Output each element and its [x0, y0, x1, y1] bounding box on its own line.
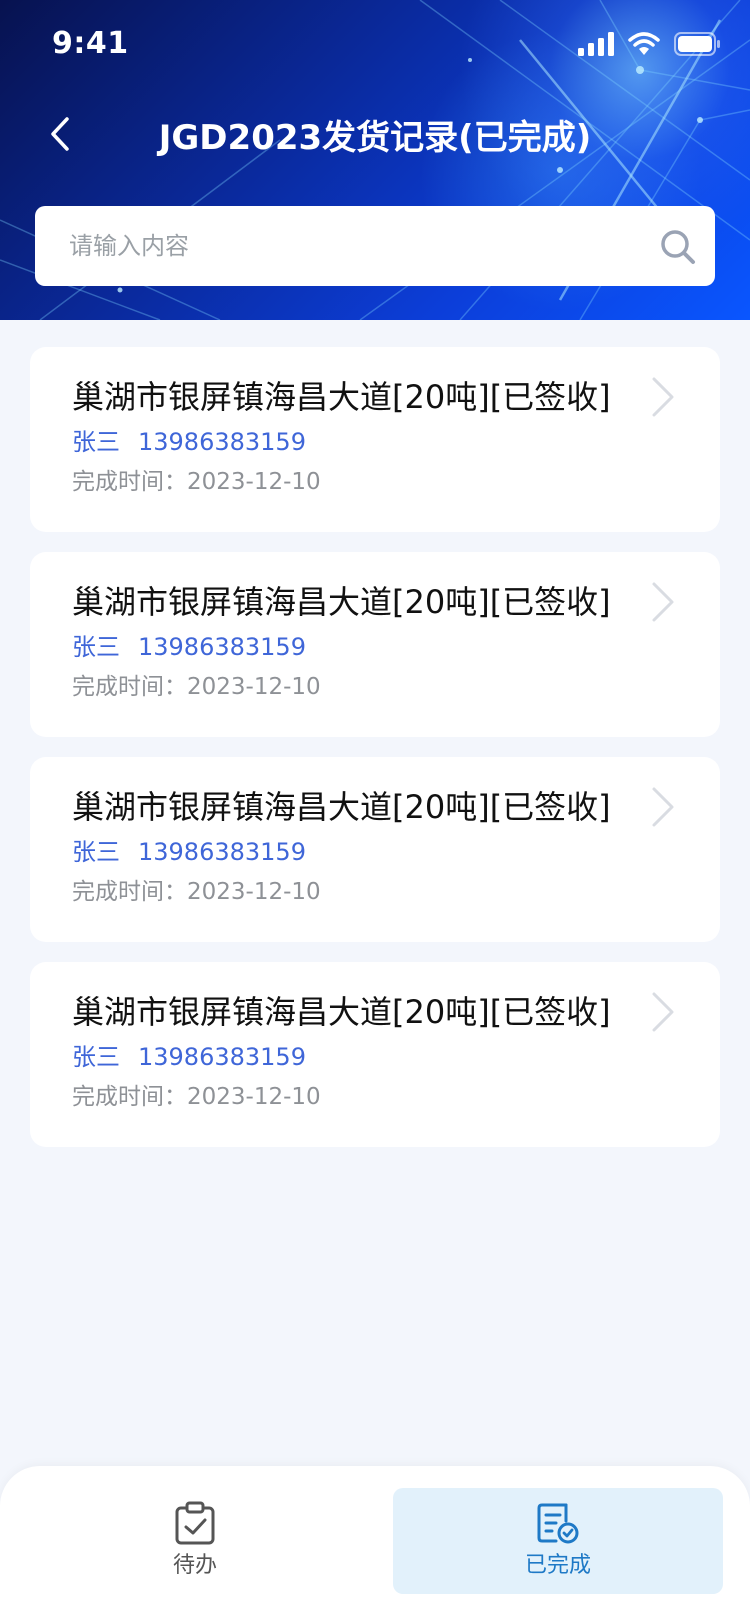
status-time: 9:41: [52, 26, 129, 61]
record-card[interactable]: 巢湖市银屏镇海昌大道[20吨][已签收] 张三 13986383159 完成时间：…: [30, 347, 720, 532]
record-title: 巢湖市银屏镇海昌大道[20吨][已签收]: [72, 788, 611, 826]
contact-name: 张三: [72, 1043, 120, 1071]
record-title: 巢湖市银屏镇海昌大道[20吨][已签收]: [72, 378, 611, 416]
page-title: JGD2023发货记录(已完成): [158, 117, 592, 158]
record-contact: 张三 13986383159: [72, 1040, 640, 1074]
battery-icon: [674, 32, 720, 56]
search-input[interactable]: [67, 205, 645, 287]
tab-todo-label: 待办: [172, 1553, 217, 1578]
contact-phone: 13986383159: [138, 633, 306, 661]
contact-name: 张三: [72, 428, 120, 456]
chevron-right-icon: [652, 582, 674, 622]
tab-todo[interactable]: 待办: [30, 1488, 360, 1594]
record-time: 完成时间：2023-12-10: [72, 465, 640, 499]
contact-name: 张三: [72, 633, 120, 661]
search-box: [35, 205, 715, 287]
record-card[interactable]: 巢湖市银屏镇海昌大道[20吨][已签收] 张三 13986383159 完成时间：…: [30, 757, 720, 942]
record-contact: 张三 13986383159: [72, 835, 640, 869]
contact-name: 张三: [72, 838, 120, 866]
chevron-right-icon: [652, 377, 674, 417]
tab-done-label: 已完成: [524, 1553, 591, 1578]
time-value: 2023-12-10: [187, 1084, 321, 1110]
time-value: 2023-12-10: [187, 674, 321, 700]
record-contact: 张三 13986383159: [72, 630, 640, 664]
record-time: 完成时间：2023-12-10: [72, 875, 640, 909]
record-time: 完成时间：2023-12-10: [72, 1080, 640, 1114]
time-label: 完成时间：: [72, 674, 187, 700]
status-bar: 9:41: [0, 0, 750, 88]
record-card[interactable]: 巢湖市银屏镇海昌大道[20吨][已签收] 张三 13986383159 完成时间：…: [30, 962, 720, 1147]
record-card[interactable]: 巢湖市银屏镇海昌大道[20吨][已签收] 张三 13986383159 完成时间：…: [30, 552, 720, 737]
chevron-left-icon: [51, 117, 69, 151]
time-value: 2023-12-10: [187, 469, 321, 495]
search-icon[interactable]: [659, 228, 697, 266]
record-contact: 张三 13986383159: [72, 425, 640, 459]
chevron-right-icon: [652, 787, 674, 827]
status-icons: [578, 26, 720, 62]
tab-done[interactable]: 已完成: [393, 1488, 723, 1594]
contact-phone: 13986383159: [138, 838, 306, 866]
record-time: 完成时间：2023-12-10: [72, 670, 640, 704]
wifi-icon: [628, 32, 660, 55]
time-label: 完成时间：: [72, 469, 187, 495]
contact-phone: 13986383159: [138, 428, 306, 456]
record-list: 巢湖市银屏镇海昌大道[20吨][已签收] 张三 13986383159 完成时间：…: [30, 347, 720, 1167]
bottom-tab-bar: 待办 已完成: [0, 1466, 750, 1624]
clipboard-check-icon: [175, 1501, 215, 1545]
record-title: 巢湖市银屏镇海昌大道[20吨][已签收]: [72, 993, 611, 1031]
time-label: 完成时间：: [72, 1084, 187, 1110]
signal-icon: [578, 32, 614, 56]
chevron-right-icon: [652, 992, 674, 1032]
back-button[interactable]: [34, 108, 86, 160]
document-check-icon: [537, 1503, 579, 1544]
time-value: 2023-12-10: [187, 879, 321, 905]
record-title: 巢湖市银屏镇海昌大道[20吨][已签收]: [72, 583, 611, 621]
contact-phone: 13986383159: [138, 1043, 306, 1071]
time-label: 完成时间：: [72, 879, 187, 905]
